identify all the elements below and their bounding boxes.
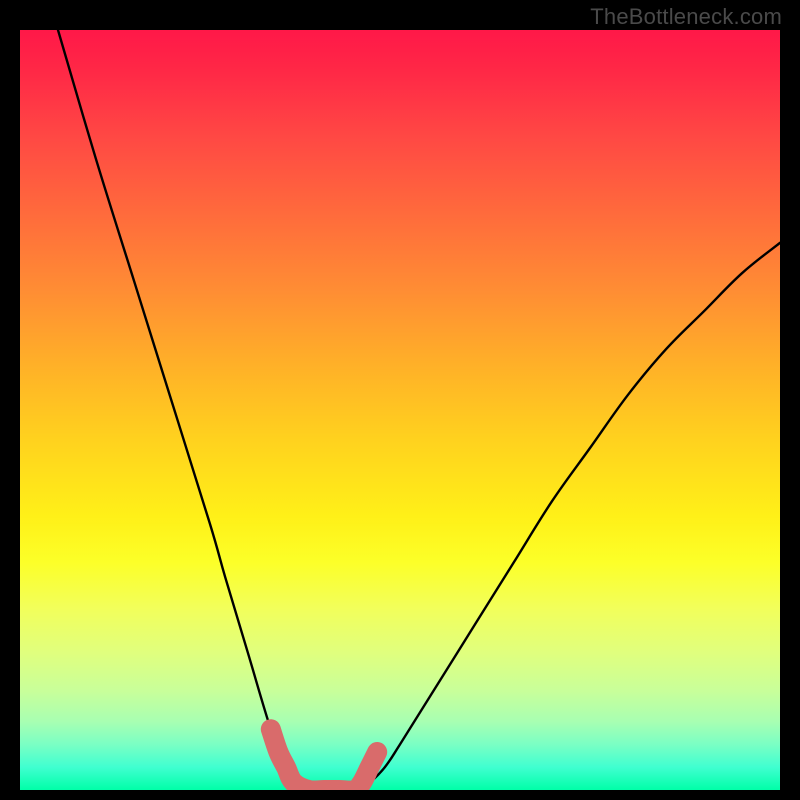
curve-path	[58, 30, 780, 790]
watermark-text: TheBottleneck.com	[590, 4, 782, 30]
bottleneck-curve-svg	[20, 30, 780, 790]
highlight-path	[271, 729, 377, 790]
chart-area	[20, 30, 780, 790]
